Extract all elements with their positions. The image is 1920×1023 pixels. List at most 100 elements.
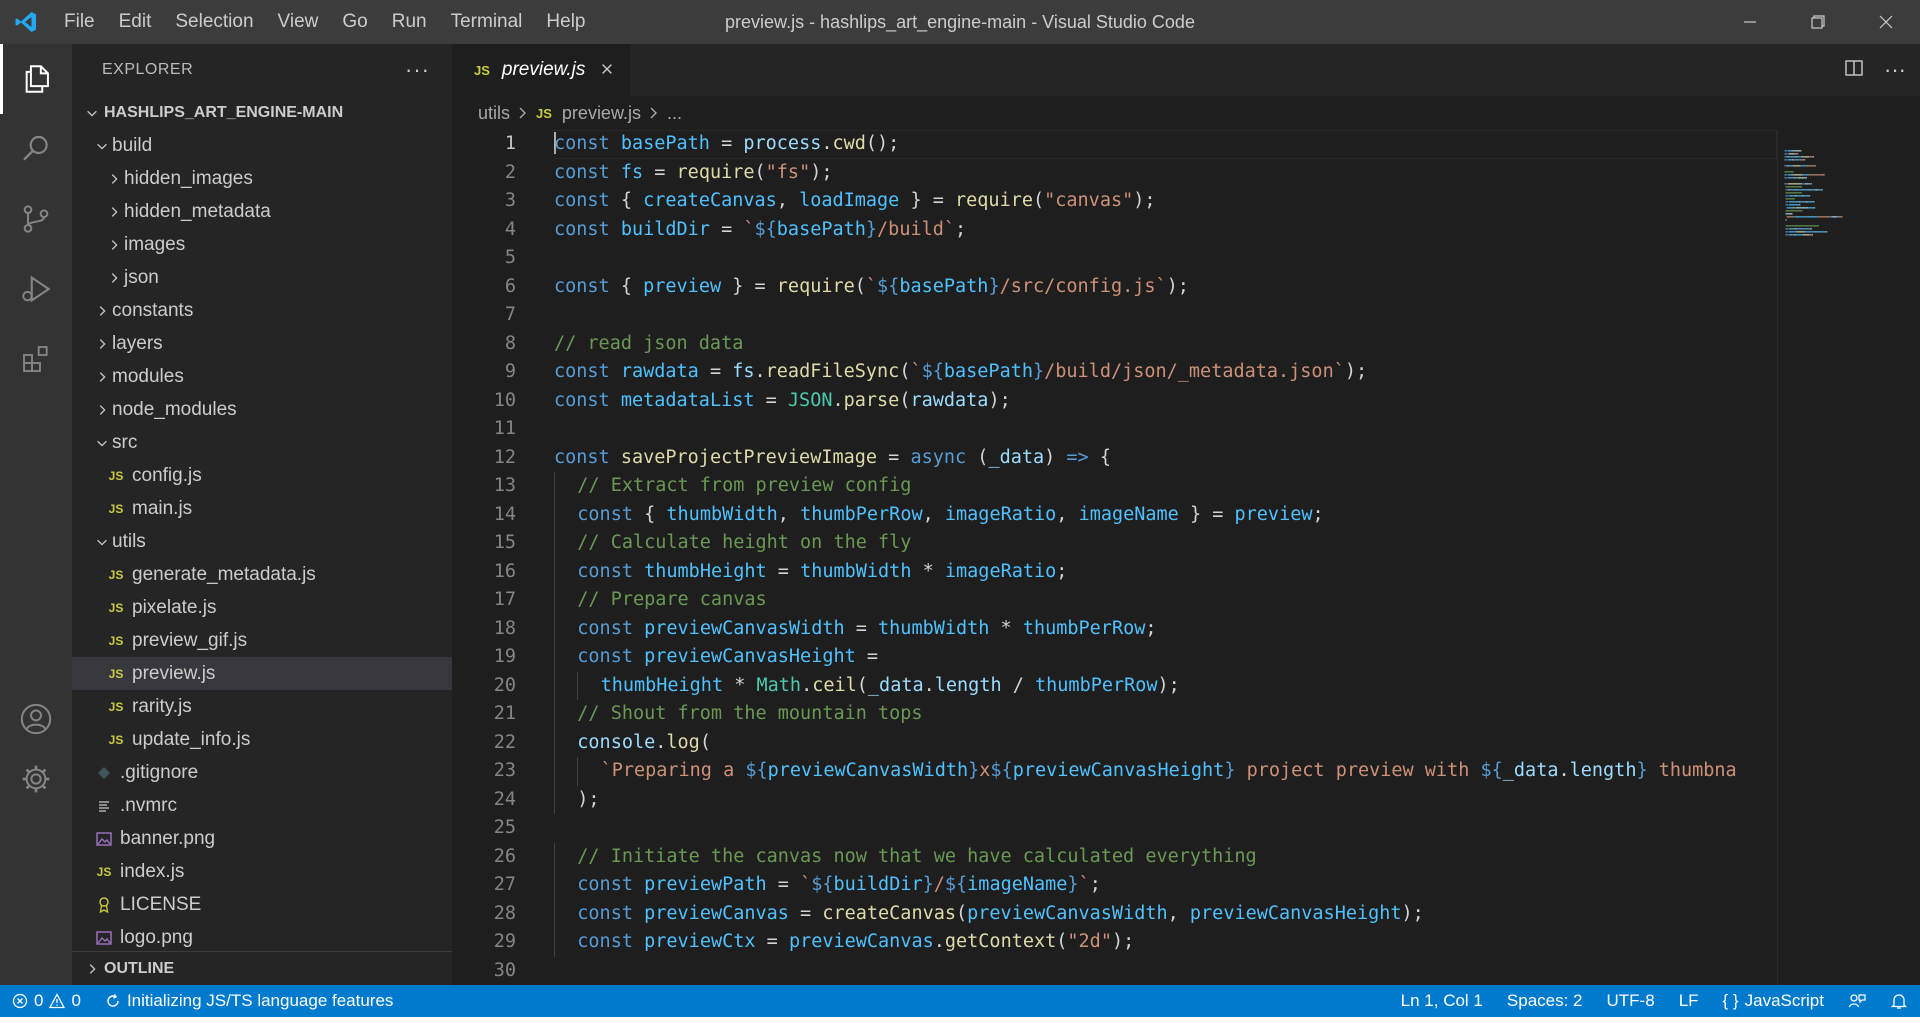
code-line[interactable]: 3 const { createCanvas, loadImage } = req… — [452, 187, 1777, 216]
menu-item-edit[interactable]: Edit — [107, 0, 164, 44]
tab-preview-js[interactable]: JS preview.js — [452, 44, 630, 96]
code-line[interactable]: 1 const basePath = process.cwd(); — [452, 130, 1777, 159]
chevron-right-icon — [104, 271, 124, 285]
code-line[interactable]: 5 — [452, 244, 1777, 273]
code-line[interactable]: 19 const previewCanvasHeight = — [452, 643, 1777, 672]
folder-item[interactable]: node_modules — [72, 393, 452, 426]
file-item[interactable]: JS index.js — [72, 855, 452, 888]
code-line[interactable]: 22 console.log( — [452, 728, 1777, 757]
code-line[interactable]: 4 const buildDir = `${basePath}/build`; — [452, 216, 1777, 245]
close-window-button[interactable] — [1852, 0, 1920, 44]
code-line[interactable]: 18 const previewCanvasWidth = thumbWidth… — [452, 614, 1777, 643]
code-line[interactable]: 24 ); — [452, 785, 1777, 814]
file-item[interactable]: JS generate_metadata.js — [72, 558, 452, 591]
file-item[interactable]: JS preview_gif.js — [72, 624, 452, 657]
code-line[interactable]: 16 const thumbHeight = thumbWidth * imag… — [452, 557, 1777, 586]
breadcrumb-item[interactable]: utils — [478, 103, 510, 124]
menu-item-selection[interactable]: Selection — [163, 0, 265, 44]
source-control-activity-button[interactable] — [0, 184, 72, 254]
file-item[interactable]: .gitignore — [72, 756, 452, 789]
code-line[interactable]: 6 const { preview } = require(`${basePath… — [452, 273, 1777, 302]
cursor-position[interactable]: Ln 1, Col 1 — [1389, 985, 1495, 1017]
outline-section[interactable]: OUTLINE — [72, 951, 452, 985]
manage-activity-button[interactable] — [0, 744, 72, 814]
code-line[interactable]: 29 const previewCtx = previewCanvas.getC… — [452, 928, 1777, 957]
file-item[interactable]: logo.png — [72, 921, 452, 954]
language-features-status[interactable]: Initializing JS/TS language features — [93, 985, 406, 1017]
file-item[interactable]: JS rarity.js — [72, 690, 452, 723]
menu-item-help[interactable]: Help — [534, 0, 597, 44]
code-line[interactable]: 28 const previewCanvas = createCanvas(pr… — [452, 899, 1777, 928]
explorer-activity-button[interactable] — [0, 44, 72, 114]
code-line[interactable]: 20 thumbHeight * Math.ceil(_data.length … — [452, 671, 1777, 700]
more-editor-actions-icon[interactable]: ··· — [1884, 57, 1906, 83]
eol-status[interactable]: LF — [1667, 985, 1711, 1017]
vertical-scrollbar[interactable] — [1906, 130, 1920, 985]
folder-item[interactable]: utils — [72, 525, 452, 558]
file-item[interactable]: JS config.js — [72, 459, 452, 492]
folder-item[interactable]: build — [72, 129, 452, 162]
encoding-status[interactable]: UTF-8 — [1595, 985, 1667, 1017]
folder-item[interactable]: src — [72, 426, 452, 459]
minimap-token — [1805, 216, 1807, 218]
code-line[interactable]: 30 — [452, 957, 1777, 986]
file-item[interactable]: JS pixelate.js — [72, 591, 452, 624]
file-item[interactable]: JS preview.js — [72, 657, 452, 690]
code-token: { — [1088, 446, 1111, 468]
menu-item-go[interactable]: Go — [330, 0, 379, 44]
line-number: 14 — [493, 503, 516, 525]
file-item[interactable]: LICENSE — [72, 888, 452, 921]
code-line[interactable]: 27 const previewPath = `${buildDir}/${im… — [452, 871, 1777, 900]
code-line[interactable]: 9 const rawdata = fs.readFileSync(`${base… — [452, 358, 1777, 387]
extensions-activity-button[interactable] — [0, 324, 72, 394]
code-line[interactable]: 7 — [452, 301, 1777, 330]
breadcrumb-item[interactable]: ... — [667, 103, 682, 124]
folder-item[interactable]: constants — [72, 294, 452, 327]
menu-item-file[interactable]: File — [52, 0, 107, 44]
workspace-root[interactable]: HASHLIPS_ART_ENGINE-MAIN — [72, 96, 452, 129]
code-line[interactable]: 15 // Calculate height on the fly — [452, 529, 1777, 558]
menu-item-view[interactable]: View — [266, 0, 331, 44]
minimap[interactable] — [1777, 130, 1908, 985]
search-activity-button[interactable] — [0, 114, 72, 184]
close-tab-icon[interactable] — [600, 59, 614, 82]
code-line[interactable]: 26 // Initiate the canvas now that we ha… — [452, 842, 1777, 871]
problems-status[interactable]: 0 0 — [0, 985, 93, 1017]
file-item[interactable]: banner.png — [72, 822, 452, 855]
feedback-button[interactable] — [1836, 985, 1878, 1017]
code-editor[interactable]: 1 const basePath = process.cwd(); 2 const f… — [452, 130, 1777, 985]
notifications-button[interactable] — [1878, 985, 1920, 1017]
minimap-token — [1788, 156, 1796, 158]
minimize-icon — [1744, 21, 1756, 23]
folder-item[interactable]: hidden_metadata — [72, 195, 452, 228]
menu-item-terminal[interactable]: Terminal — [439, 0, 535, 44]
code-line[interactable]: 21 // Shout from the mountain tops — [452, 700, 1777, 729]
code-line[interactable]: 13 // Extract from preview config — [452, 472, 1777, 501]
code-line[interactable]: 25 — [452, 814, 1777, 843]
folder-item[interactable]: modules — [72, 360, 452, 393]
run-debug-activity-button[interactable] — [0, 254, 72, 324]
code-line[interactable]: 17 // Prepare canvas — [452, 586, 1777, 615]
indentation-status[interactable]: Spaces: 2 — [1495, 985, 1595, 1017]
file-item[interactable]: JS main.js — [72, 492, 452, 525]
code-line[interactable]: 23 `Preparing a ${previewCanvasWidth}x${… — [452, 757, 1777, 786]
file-item[interactable]: JS update_info.js — [72, 723, 452, 756]
code-line[interactable]: 14 const { thumbWidth, thumbPerRow, imag… — [452, 500, 1777, 529]
more-actions-icon[interactable]: ··· — [405, 57, 430, 83]
breadcrumb-item[interactable]: preview.js — [562, 103, 641, 124]
folder-item[interactable]: images — [72, 228, 452, 261]
split-editor-icon[interactable] — [1844, 58, 1864, 83]
code-line[interactable]: 2 const fs = require("fs"); — [452, 159, 1777, 188]
code-line[interactable]: 12 const saveProjectPreviewImage = async … — [452, 444, 1777, 473]
code-line[interactable]: 10 const metadataList = JSON.parse(rawdat… — [452, 387, 1777, 416]
code-line[interactable]: 8 // read json data — [452, 330, 1777, 359]
folder-item[interactable]: hidden_images — [72, 162, 452, 195]
code-line[interactable]: 11 — [452, 415, 1777, 444]
restore-button[interactable] — [1784, 0, 1852, 44]
file-item[interactable]: .nvmrc — [72, 789, 452, 822]
minimize-button[interactable] — [1716, 0, 1784, 44]
folder-item[interactable]: json — [72, 261, 452, 294]
language-mode-status[interactable]: { } JavaScript — [1711, 985, 1836, 1017]
folder-item[interactable]: layers — [72, 327, 452, 360]
menu-item-run[interactable]: Run — [380, 0, 439, 44]
